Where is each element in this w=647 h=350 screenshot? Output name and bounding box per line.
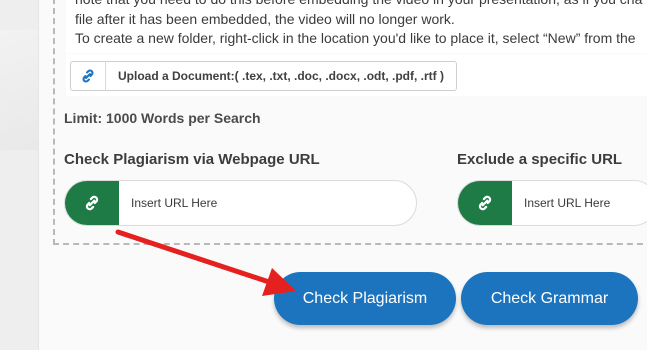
- webpage-url-link-icon-box: [65, 181, 119, 225]
- exclude-url-link-icon-box: [458, 181, 512, 225]
- text-line: To create a new folder, right-click in t…: [75, 30, 636, 46]
- webpage-url-label: Check Plagiarism via Webpage URL: [64, 151, 320, 168]
- check-grammar-button[interactable]: Check Grammar: [461, 272, 638, 325]
- upload-document-label: Upload a Document:( .tex, .txt, .doc, .d…: [118, 69, 445, 83]
- check-plagiarism-button[interactable]: Check Plagiarism: [274, 272, 456, 325]
- link-icon: [478, 195, 492, 211]
- word-limit-text: Limit: 1000 Words per Search: [64, 110, 261, 126]
- link-icon: [85, 195, 99, 211]
- text-line: note that you need to do this before emb…: [66, 0, 647, 10]
- upload-row: Upload a Document:( .tex, .txt, .doc, .d…: [66, 54, 647, 96]
- text-line: file after it has been embedded, the vid…: [75, 10, 455, 27]
- upload-document-button[interactable]: Upload a Document:( .tex, .txt, .doc, .d…: [70, 61, 457, 91]
- text-input-area[interactable]: note that you need to do this before emb…: [66, 0, 647, 53]
- webpage-url-input[interactable]: Insert URL Here: [131, 181, 217, 225]
- exclude-url-field[interactable]: Insert URL Here: [457, 180, 647, 226]
- exclude-url-label: Exclude a specific URL: [457, 151, 623, 168]
- link-icon: [71, 62, 106, 90]
- webpage-url-field[interactable]: Insert URL Here: [64, 180, 417, 226]
- exclude-url-input[interactable]: Insert URL Here: [524, 181, 610, 225]
